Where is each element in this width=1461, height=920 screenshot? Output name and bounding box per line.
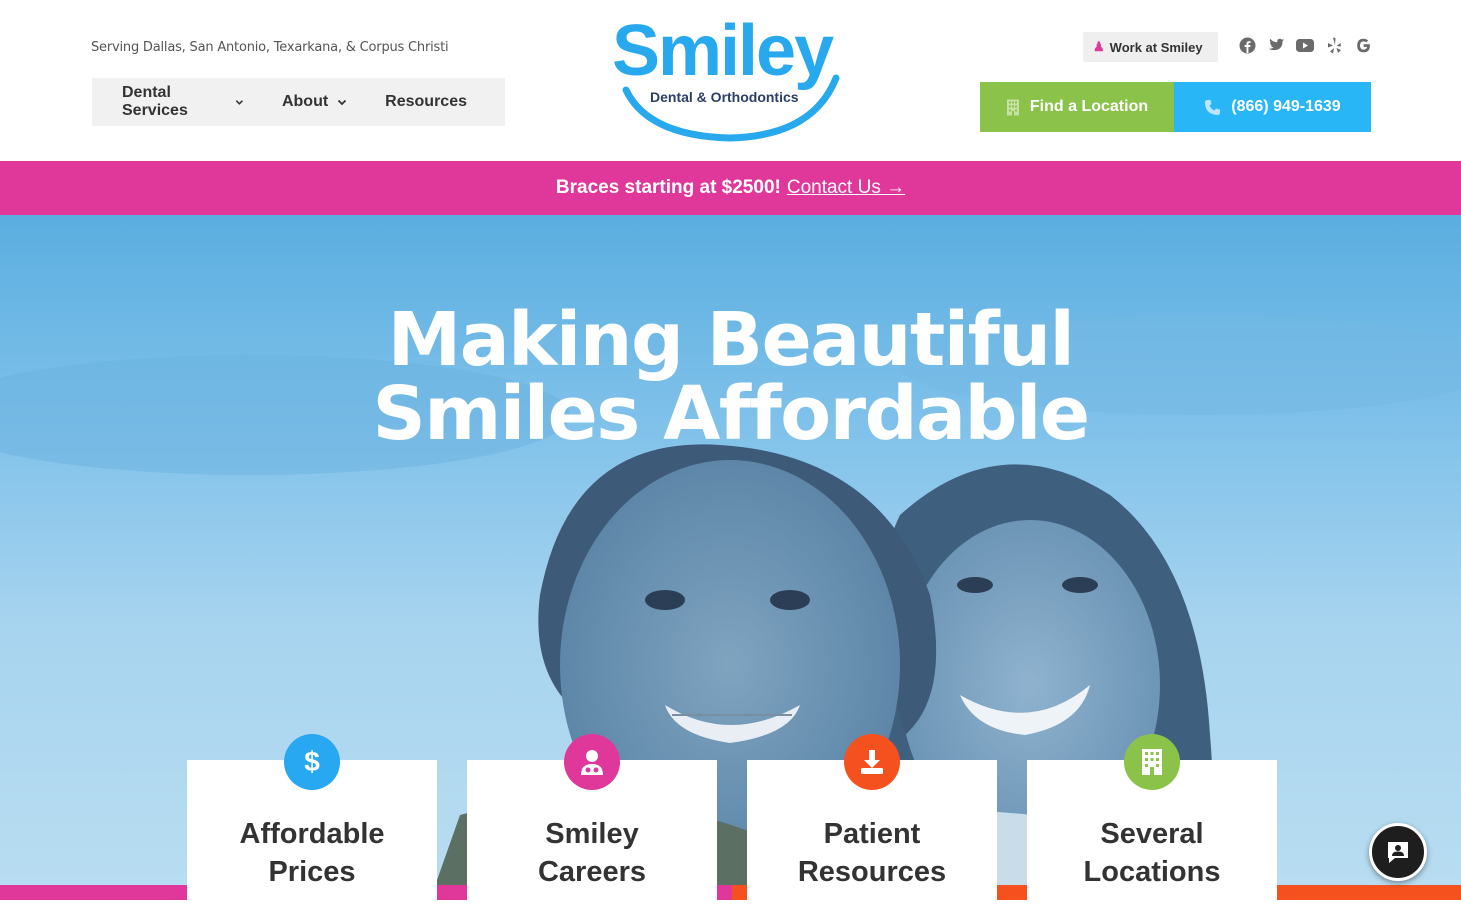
chevron-down-icon bbox=[235, 100, 244, 105]
accent-strip-pink bbox=[0, 885, 187, 900]
logo-wordmark: Smiley bbox=[612, 11, 834, 91]
building-icon bbox=[1124, 734, 1180, 790]
doctor-icon bbox=[564, 734, 620, 790]
social-links bbox=[1238, 36, 1372, 54]
phone-button[interactable]: (866) 949-1639 bbox=[1174, 82, 1371, 132]
accent-strip-pink-2 bbox=[437, 885, 467, 900]
phone-label: (866) 949-1639 bbox=[1231, 98, 1341, 115]
main-nav: Dental Services About Resources bbox=[92, 78, 505, 126]
site-header: Serving Dallas, San Antonio, Texarkana, … bbox=[0, 0, 1461, 161]
download-icon bbox=[844, 734, 900, 790]
facebook-icon[interactable] bbox=[1238, 36, 1256, 54]
logo-subtitle: Dental & Orthodontics bbox=[650, 89, 799, 105]
smiley-logo[interactable]: Smiley Dental & Orthodontics bbox=[608, 11, 854, 144]
google-icon[interactable] bbox=[1354, 36, 1372, 54]
accent-strip-orange bbox=[732, 885, 747, 900]
work-at-smiley-button[interactable]: ♟ Work at Smiley bbox=[1083, 32, 1218, 62]
phone-icon bbox=[1205, 99, 1221, 115]
card-title: Smiley Careers bbox=[537, 818, 647, 888]
building-icon bbox=[1006, 99, 1019, 115]
service-area-text: Serving Dallas, San Antonio, Texarkana, … bbox=[91, 40, 449, 55]
card-title: Patient Resources bbox=[797, 818, 947, 888]
nav-label: Resources bbox=[385, 93, 467, 110]
accent-strip-pink-3 bbox=[717, 885, 732, 900]
nav-item-dental-services[interactable]: Dental Services bbox=[122, 84, 244, 120]
nav-item-resources[interactable]: Resources bbox=[385, 93, 467, 111]
twitter-icon[interactable] bbox=[1267, 36, 1285, 54]
chevron-down-icon bbox=[338, 99, 347, 106]
user-doctor-icon: ♟ bbox=[1093, 39, 1105, 54]
chat-icon bbox=[1388, 842, 1408, 863]
card-title: Several Locations bbox=[1083, 818, 1221, 888]
find-location-button[interactable]: Find a Location bbox=[980, 82, 1174, 132]
work-label: Work at Smiley bbox=[1109, 39, 1203, 55]
accent-strip-orange-2 bbox=[997, 885, 1027, 900]
accent-strip-orange-3 bbox=[1277, 885, 1461, 900]
dollar-icon: $ bbox=[284, 734, 340, 790]
find-location-label: Find a Location bbox=[1029, 98, 1149, 115]
nav-label: Dental Services bbox=[122, 84, 188, 119]
youtube-icon[interactable] bbox=[1296, 36, 1314, 54]
card-title: Affordable Prices bbox=[239, 818, 385, 888]
hero-title: Making Beautiful Smiles Affordable bbox=[0, 303, 1461, 451]
chat-widget-button[interactable] bbox=[1369, 823, 1427, 881]
nav-label: About bbox=[281, 93, 329, 110]
promo-bar: Braces starting at $2500! Contact Us → bbox=[0, 161, 1461, 215]
hero-title-line1: Making Beautiful bbox=[387, 297, 1075, 383]
yelp-icon[interactable] bbox=[1325, 36, 1343, 54]
hero-title-line2: Smiles Affordable bbox=[372, 371, 1090, 457]
contact-us-link[interactable]: Contact Us → bbox=[787, 177, 905, 199]
promo-text: Braces starting at $2500! bbox=[555, 177, 781, 198]
nav-item-about[interactable]: About bbox=[282, 93, 347, 111]
